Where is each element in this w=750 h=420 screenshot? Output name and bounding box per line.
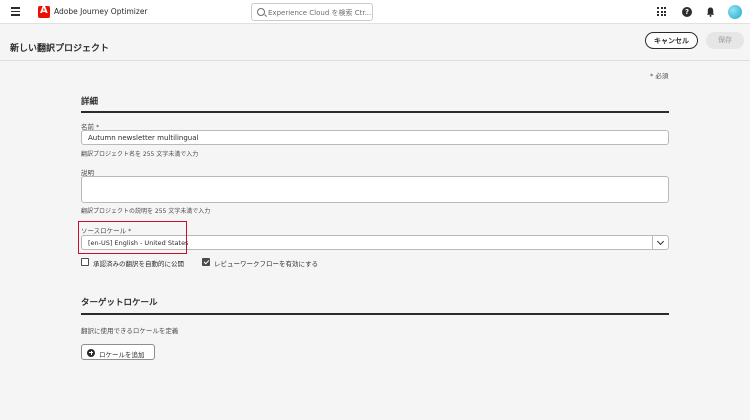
avatar[interactable] <box>728 5 742 19</box>
page-title: 新しい翻訳プロジェクト <box>10 44 110 54</box>
name-field-value: Autumn newsletter multilingual <box>88 134 199 142</box>
details-divider <box>81 111 669 113</box>
app-title[interactable]: Adobe Journey Optimizer <box>54 7 148 16</box>
required-note: * 必須 <box>650 72 669 80</box>
search-placeholder: Experience Cloud を検索 Ctr... <box>268 9 372 17</box>
top-bar: Adobe Journey Optimizer Experience Cloud… <box>0 0 750 24</box>
chevron-down-icon[interactable] <box>656 237 665 246</box>
auto-publish-checkbox[interactable] <box>81 258 89 266</box>
select-divider <box>652 236 653 249</box>
cancel-button[interactable]: キャンセル <box>645 32 698 49</box>
target-locales-section-title: ターゲットロケール <box>81 298 158 308</box>
description-field[interactable] <box>81 176 669 203</box>
save-button[interactable]: 保存 <box>706 32 744 49</box>
hamburger-icon[interactable] <box>11 7 20 16</box>
review-workflow-checkbox[interactable] <box>202 258 210 266</box>
description-help-text: 翻訳プロジェクトの説明を 255 文字未満で入力 <box>81 208 211 215</box>
help-icon[interactable]: ? <box>682 7 692 17</box>
add-icon <box>87 348 95 357</box>
search-input[interactable]: Experience Cloud を検索 Ctr... <box>251 3 373 21</box>
search-icon <box>257 8 265 16</box>
name-field[interactable]: Autumn newsletter multilingual <box>81 130 669 145</box>
review-workflow-label: レビューワークフローを有効にする <box>214 260 319 268</box>
add-locale-button[interactable]: ロケールを追加 <box>81 344 155 360</box>
apps-grid-icon[interactable] <box>657 7 666 16</box>
highlight-box <box>78 221 187 254</box>
target-locales-divider <box>81 313 669 315</box>
page-header: 新しい翻訳プロジェクト <box>0 24 750 61</box>
bell-icon[interactable] <box>706 7 715 17</box>
details-section-title: 詳細 <box>81 97 99 107</box>
add-locale-label: ロケールを追加 <box>99 350 145 359</box>
name-help-text: 翻訳プロジェクト名を 255 文字未満で入力 <box>81 151 199 158</box>
auto-publish-label: 承認済みの翻訳を自動的に公開 <box>93 260 184 268</box>
target-locales-description: 翻訳に使用できるロケールを定義 <box>81 327 179 335</box>
adobe-logo-icon[interactable] <box>38 5 50 18</box>
